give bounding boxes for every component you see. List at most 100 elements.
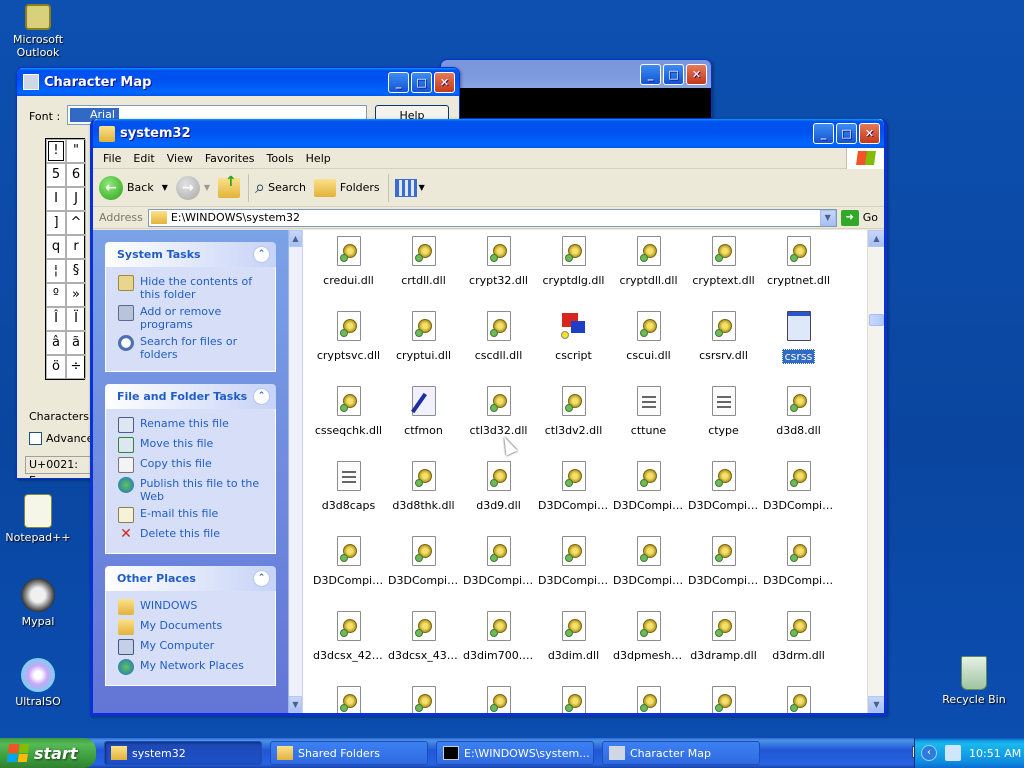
- file-item[interactable]: d3drm.dll: [761, 609, 836, 684]
- char-cell[interactable]: !: [46, 139, 66, 163]
- other-places-header[interactable]: Other Places ⌃: [105, 566, 276, 591]
- file-item[interactable]: cryptnet.dll: [761, 234, 836, 309]
- cmd-window[interactable]: _ □ ✕: [440, 59, 712, 119]
- forward-dropdown-icon[interactable]: ▼: [204, 183, 210, 192]
- clock[interactable]: 10:51 AM: [969, 747, 1021, 760]
- maximize-button[interactable]: □: [663, 63, 684, 85]
- file-item[interactable]: cscdll.dll: [461, 309, 536, 384]
- file-item[interactable]: d3dramp.dll: [686, 609, 761, 684]
- file-item[interactable]: d3d8.dll: [761, 384, 836, 459]
- taskbar-item-shared-folders[interactable]: Shared Folders: [270, 741, 428, 765]
- menu-edit[interactable]: Edit: [129, 152, 162, 165]
- volume-icon[interactable]: [945, 745, 961, 761]
- char-cell[interactable]: ÷: [66, 355, 86, 379]
- collapse-chevron-icon[interactable]: ⌃: [253, 570, 270, 587]
- char-cell[interactable]: §: [66, 259, 86, 283]
- char-cell[interactable]: q: [46, 235, 66, 259]
- minimize-button[interactable]: _: [388, 71, 409, 93]
- scrollbar-thumb[interactable]: [869, 314, 884, 326]
- back-dropdown-icon[interactable]: ▼: [162, 183, 168, 192]
- start-button[interactable]: start: [0, 738, 96, 768]
- file-item[interactable]: cryptdlg.dll: [536, 234, 611, 309]
- up-folder-button[interactable]: ↑: [218, 174, 241, 198]
- file-item[interactable]: cryptsvc.dll: [311, 309, 386, 384]
- file-item[interactable]: d3dpmesh.dll: [611, 609, 686, 684]
- task-delete-file[interactable]: ✕ Delete this file: [118, 527, 267, 543]
- file-item[interactable]: d3d8thk.dll: [386, 459, 461, 534]
- menu-favorites[interactable]: Favorites: [201, 152, 263, 165]
- task-add-remove-programs[interactable]: Add or remove programs: [118, 305, 267, 331]
- task-copy-file[interactable]: Copy this file: [118, 457, 267, 473]
- file-item[interactable]: d3dcsx_42.dll: [311, 609, 386, 684]
- menu-file[interactable]: File: [99, 152, 129, 165]
- minimize-button[interactable]: _: [640, 63, 661, 85]
- go-button[interactable]: ➜ Go: [840, 209, 878, 226]
- char-cell[interactable]: º: [46, 283, 66, 307]
- file-item[interactable]: D3DCompil...: [311, 534, 386, 609]
- file-item[interactable]: D3DCompil...: [611, 459, 686, 534]
- cmd-titlebar[interactable]: _ □ ✕: [441, 60, 711, 88]
- char-cell[interactable]: Ï: [66, 307, 86, 331]
- file-item[interactable]: [461, 684, 536, 713]
- file-item[interactable]: [536, 684, 611, 713]
- file-folder-tasks-header[interactable]: File and Folder Tasks ⌃: [105, 384, 276, 409]
- char-cell[interactable]: J: [66, 187, 86, 211]
- collapse-chevron-icon[interactable]: ⌃: [253, 246, 270, 263]
- task-search-files[interactable]: Search for files or folders: [118, 335, 267, 361]
- file-item[interactable]: d3d9.dll: [461, 459, 536, 534]
- file-item[interactable]: d3dim700.dll: [461, 609, 536, 684]
- file-item[interactable]: D3DCompil...: [761, 459, 836, 534]
- scroll-down-icon[interactable]: ▼: [289, 696, 302, 713]
- place-my-network[interactable]: My Network Places: [118, 659, 267, 675]
- char-cell[interactable]: ¦: [46, 259, 66, 283]
- views-button[interactable]: ▼: [394, 178, 425, 197]
- file-item[interactable]: D3DCompil...: [686, 534, 761, 609]
- taskbar-item-charmap[interactable]: Character Map: [602, 741, 760, 765]
- system-tasks-header[interactable]: System Tasks ⌃: [105, 242, 276, 267]
- scroll-up-icon[interactable]: ▲: [289, 230, 302, 247]
- menu-help[interactable]: Help: [302, 152, 339, 165]
- close-button[interactable]: ✕: [686, 63, 707, 85]
- char-cell[interactable]: â: [46, 331, 66, 355]
- file-item[interactable]: ctfmon: [386, 384, 461, 459]
- file-item[interactable]: ctl3d32.dll: [461, 384, 536, 459]
- menu-tools[interactable]: Tools: [263, 152, 302, 165]
- char-cell[interactable]: ]: [46, 211, 66, 235]
- char-cell[interactable]: r: [66, 235, 86, 259]
- address-dropdown-button[interactable]: ▼: [819, 209, 836, 226]
- file-item[interactable]: [311, 684, 386, 713]
- close-button[interactable]: ✕: [859, 123, 880, 144]
- file-item[interactable]: cryptext.dll: [686, 234, 761, 309]
- taskpane-scrollbar[interactable]: ▲ ▼: [289, 230, 303, 713]
- file-item[interactable]: ctype: [686, 384, 761, 459]
- file-item[interactable]: D3DCompil...: [536, 459, 611, 534]
- file-item[interactable]: D3DCompil...: [686, 459, 761, 534]
- file-item[interactable]: D3DCompil...: [461, 534, 536, 609]
- minimize-button[interactable]: _: [813, 123, 834, 144]
- charmap-titlebar[interactable]: Character Map _ □ ✕: [17, 68, 459, 96]
- file-item[interactable]: [761, 684, 836, 713]
- file-item[interactable]: cscui.dll: [611, 309, 686, 384]
- explorer-titlebar[interactable]: system32 _ □ ✕: [93, 119, 884, 148]
- file-item[interactable]: csseqchk.dll: [311, 384, 386, 459]
- address-input[interactable]: E:\WINDOWS\system32 ▼: [147, 208, 837, 227]
- char-cell[interactable]: Î: [46, 307, 66, 331]
- file-item[interactable]: [611, 684, 686, 713]
- file-item[interactable]: csrsrv.dll: [686, 309, 761, 384]
- char-cell[interactable]: I: [46, 187, 66, 211]
- file-item[interactable]: D3DCompil...: [386, 534, 461, 609]
- file-item[interactable]: [386, 684, 461, 713]
- task-rename-file[interactable]: Rename this file: [118, 417, 267, 433]
- file-list[interactable]: ▲ ▼ credui.dll crtdll.dll crypt32.dll crypt…: [288, 230, 884, 713]
- place-my-computer[interactable]: My Computer: [118, 639, 267, 655]
- file-item[interactable]: csrss: [761, 309, 836, 384]
- file-item[interactable]: d3dcsx_43.dll: [386, 609, 461, 684]
- place-windows[interactable]: WINDOWS: [118, 599, 267, 615]
- file-item[interactable]: crypt32.dll: [461, 234, 536, 309]
- search-button[interactable]: ⌕ Search: [255, 177, 306, 198]
- file-item[interactable]: [686, 684, 761, 713]
- maximize-button[interactable]: □: [836, 123, 857, 144]
- char-cell[interactable]: ^: [66, 211, 86, 235]
- close-button[interactable]: ✕: [434, 71, 455, 93]
- char-cell[interactable]: »: [66, 283, 86, 307]
